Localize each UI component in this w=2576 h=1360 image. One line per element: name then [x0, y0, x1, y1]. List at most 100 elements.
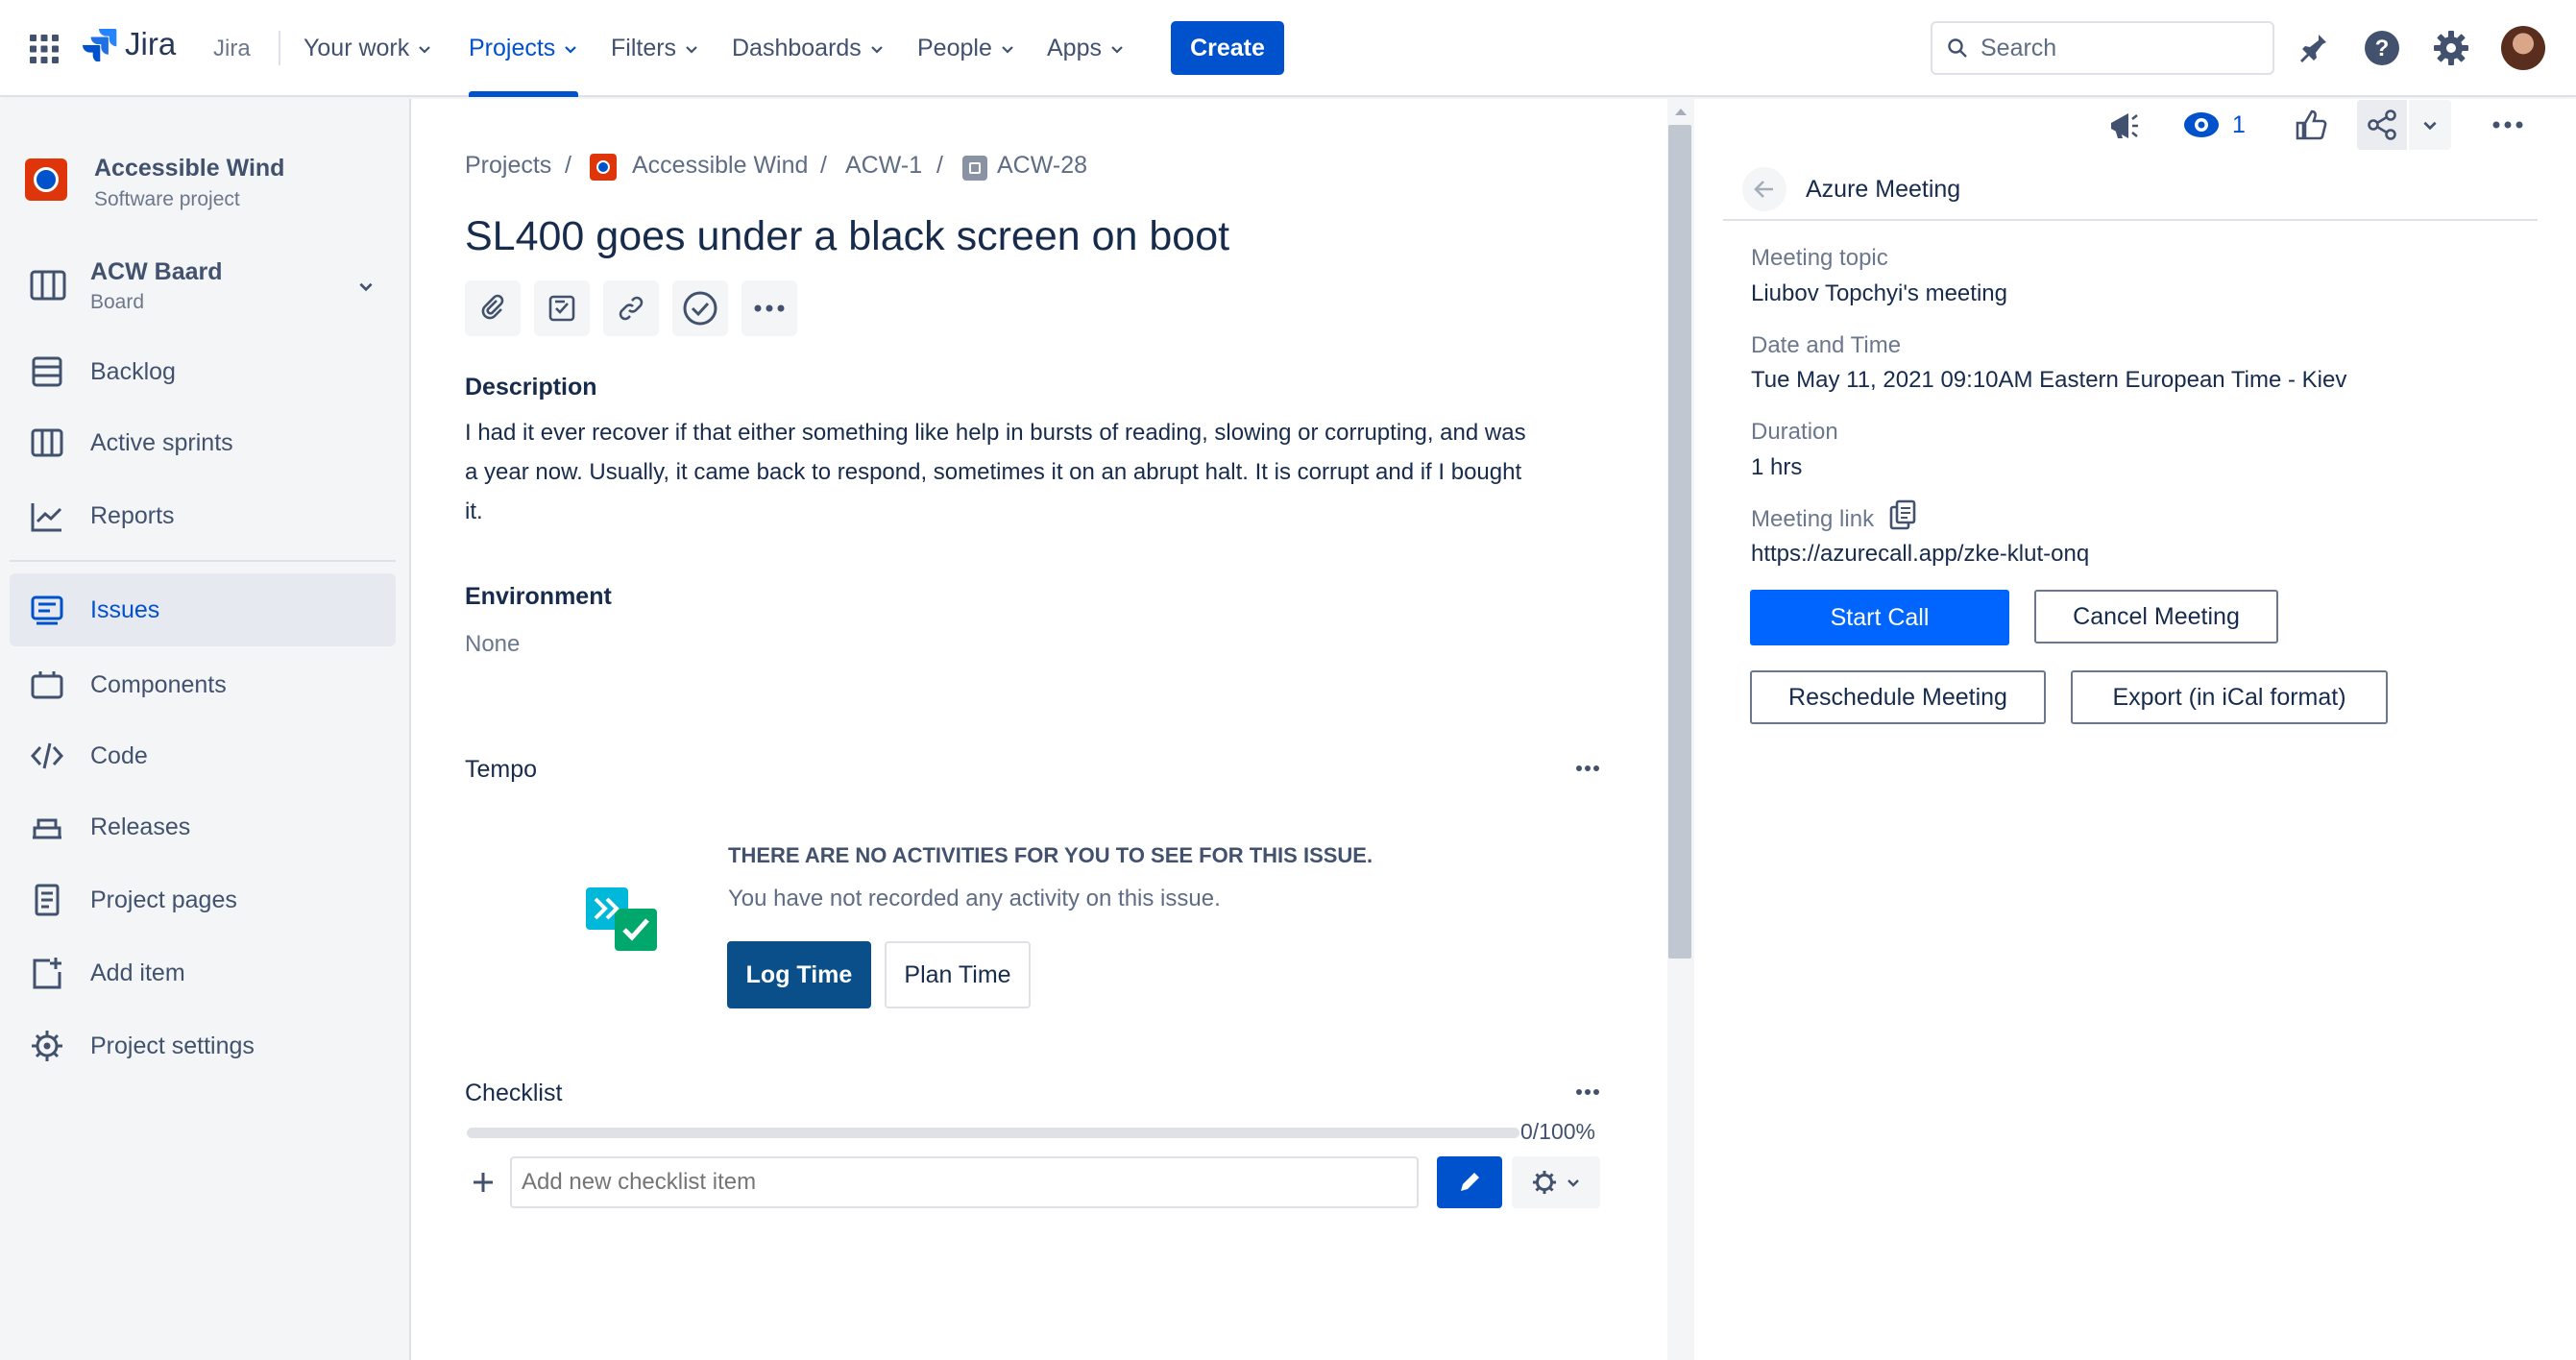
- panel-more-button[interactable]: [2491, 120, 2524, 130]
- more-icon: [754, 304, 785, 312]
- sidebar-item-label: Releases: [90, 813, 191, 840]
- sidebar-item-label: Issues: [90, 595, 160, 623]
- sidebar-item-reports[interactable]: Reports: [10, 479, 396, 552]
- pencil-icon: [1461, 1173, 1479, 1191]
- search-input[interactable]: [1981, 34, 2249, 62]
- log-time-button[interactable]: Log Time: [727, 941, 871, 1008]
- checklist-settings-button[interactable]: [1512, 1156, 1600, 1208]
- nav-filters-label: Filters: [611, 35, 677, 61]
- description-line: I had it ever recover if that either som…: [465, 420, 1526, 446]
- sidebar-item-code[interactable]: Code: [10, 719, 396, 792]
- sidebar-item-releases[interactable]: Releases: [10, 790, 396, 863]
- search-box[interactable]: [1931, 21, 2274, 75]
- project-name[interactable]: Accessible Wind: [94, 155, 284, 182]
- issue-type-icon: [962, 156, 987, 181]
- nav-projects[interactable]: Projects: [469, 0, 579, 97]
- jira-logo[interactable]: Jira: [83, 26, 176, 62]
- meeting-link-value[interactable]: https://azurecall.app/zke-klut-onq: [1751, 541, 2089, 568]
- board-selector[interactable]: ACW Baard Board: [10, 251, 396, 320]
- nav-people[interactable]: People: [917, 0, 1015, 97]
- tempo-title: Tempo: [465, 756, 538, 783]
- plan-time-button[interactable]: Plan Time: [885, 941, 1031, 1008]
- sidebar-item-label: Project pages: [90, 886, 237, 913]
- checklist-item-input[interactable]: [510, 1156, 1419, 1208]
- back-button[interactable]: [1742, 167, 1786, 211]
- checklist-more-button[interactable]: [1575, 1088, 1600, 1096]
- breadcrumb-separator: /: [565, 152, 571, 179]
- watch-button[interactable]: 1: [2182, 108, 2246, 142]
- share-button[interactable]: [2357, 100, 2407, 150]
- releases-icon: [33, 818, 61, 839]
- date-time-label: Date and Time: [1751, 332, 1902, 358]
- settings-icon[interactable]: [2432, 29, 2470, 67]
- chevron-down-icon: [871, 45, 883, 54]
- nav-apps[interactable]: Apps: [1047, 0, 1125, 97]
- breadcrumb-project[interactable]: Accessible Wind: [632, 152, 808, 180]
- tempo-more-button[interactable]: [1575, 765, 1600, 772]
- share-dropdown-button[interactable]: [2409, 100, 2451, 150]
- check-circle-icon: [683, 291, 717, 326]
- sidebar-item-label: Reports: [90, 501, 175, 529]
- sidebar-item-backlog[interactable]: Backlog: [10, 335, 396, 408]
- environment-value[interactable]: None: [465, 631, 520, 658]
- nav-your-work[interactable]: Your work: [304, 0, 432, 97]
- description-line: a year now. Usually, it came back to res…: [465, 459, 1522, 485]
- sidebar-item-label: Add item: [90, 959, 185, 986]
- checklist-progress-bar: [467, 1128, 1519, 1138]
- reschedule-meeting-button[interactable]: Reschedule Meeting: [1750, 670, 2046, 724]
- breadcrumb-issue-key[interactable]: ACW-28: [997, 152, 1087, 180]
- avatar[interactable]: [2501, 26, 2545, 70]
- pages-icon: [35, 884, 60, 916]
- project-avatar[interactable]: [25, 158, 67, 201]
- help-icon[interactable]: ?: [2363, 29, 2401, 67]
- project-type: Software project: [94, 188, 240, 210]
- sidebar-item-add-item[interactable]: Add item: [10, 936, 396, 1009]
- like-button[interactable]: [2294, 108, 2328, 142]
- meeting-link-label: Meeting link: [1751, 506, 1875, 532]
- scroll-up-arrow-icon: [1675, 109, 1687, 115]
- add-checklist-plus-icon[interactable]: [471, 1170, 496, 1195]
- sidebar-item-project-settings[interactable]: Project settings: [10, 1009, 396, 1082]
- components-icon: [31, 671, 63, 699]
- more-icon: [2492, 121, 2523, 129]
- sidebar-item-active-sprints[interactable]: Active sprints: [10, 406, 396, 479]
- sidebar-item-issues[interactable]: Issues: [10, 573, 396, 646]
- paperclip-icon: [481, 294, 504, 320]
- nav-filters[interactable]: Filters: [611, 0, 699, 97]
- meeting-header: Azure Meeting: [1723, 163, 2538, 221]
- more-actions-button[interactable]: [741, 280, 797, 336]
- start-call-button[interactable]: Start Call: [1750, 590, 2009, 645]
- copy-link-icon[interactable]: [1888, 499, 1917, 530]
- nav-your-work-label: Your work: [304, 35, 410, 61]
- product-label: Jira: [213, 36, 251, 61]
- breadcrumb-separator: /: [820, 152, 827, 179]
- chevron-down-icon: [1002, 45, 1013, 54]
- watch-count: 1: [2232, 110, 2246, 138]
- nav-projects-label: Projects: [469, 35, 556, 61]
- sidebar-item-label: Project settings: [90, 1032, 255, 1059]
- breadcrumb-projects[interactable]: Projects: [465, 152, 551, 180]
- link-issue-button[interactable]: [603, 280, 659, 336]
- approve-button[interactable]: [672, 280, 728, 336]
- notification-icon[interactable]: [2296, 31, 2330, 65]
- app-switcher-icon[interactable]: [29, 34, 60, 64]
- export-ical-button[interactable]: Export (in iCal format): [2071, 670, 2388, 724]
- attach-button[interactable]: [465, 280, 521, 336]
- breadcrumb-epic[interactable]: ACW-1: [845, 152, 922, 180]
- issue-title[interactable]: SL400 goes under a black screen on boot: [465, 213, 1229, 260]
- checklist-progress-label: 0/100%: [1520, 1119, 1596, 1144]
- sidebar-item-project-pages[interactable]: Project pages: [10, 863, 396, 936]
- chevron-down-icon: [2423, 121, 2437, 131]
- add-child-issue-button[interactable]: [534, 280, 590, 336]
- sidebar-item-label: Code: [90, 741, 148, 769]
- nav-dashboards[interactable]: Dashboards: [732, 0, 885, 97]
- checklist-title: Checklist: [465, 1080, 563, 1106]
- cancel-meeting-button[interactable]: Cancel Meeting: [2034, 590, 2278, 644]
- feedback-icon[interactable]: [2105, 108, 2142, 144]
- scrollbar-thumb[interactable]: [1668, 125, 1691, 959]
- sidebar-item-components[interactable]: Components: [10, 648, 396, 721]
- create-button[interactable]: Create: [1171, 21, 1284, 75]
- checklist-edit-button[interactable]: [1437, 1156, 1502, 1208]
- arrow-left-icon: [1754, 181, 1773, 198]
- breadcrumb-separator: /: [936, 152, 943, 179]
